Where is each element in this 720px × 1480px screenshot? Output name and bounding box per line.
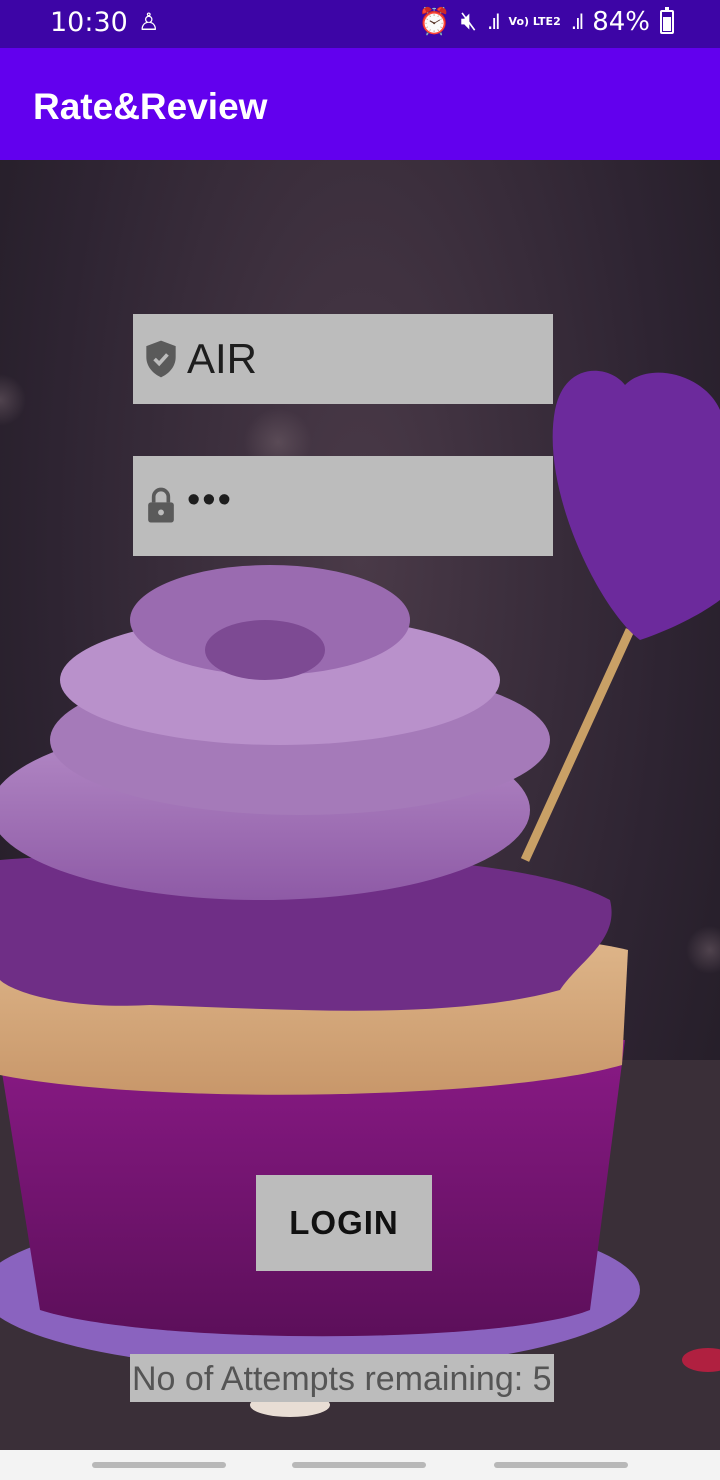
shield-check-icon <box>146 340 176 378</box>
person-icon: ♙ <box>138 8 160 36</box>
password-value[interactable]: ••• <box>187 479 233 522</box>
attempts-remaining-text: No of Attempts remaining: 5 <box>130 1354 554 1402</box>
volte-icon: Vo) LTE2 <box>508 15 561 28</box>
login-button[interactable]: LOGIN <box>256 1175 432 1271</box>
lock-icon <box>148 487 174 523</box>
cell-signal-icon: .ıl <box>570 9 585 34</box>
alarm-icon: ⏰ <box>418 6 451 37</box>
battery-icon <box>660 6 674 34</box>
wifi-signal-icon: .ıl <box>487 9 501 34</box>
nav-recents-button[interactable] <box>92 1462 226 1468</box>
status-time: 10:30 <box>50 7 128 38</box>
username-field[interactable]: AIR <box>133 314 553 404</box>
app-title: Rate&Review <box>33 86 268 127</box>
password-field[interactable]: ••• <box>133 456 553 556</box>
navigation-bar <box>0 1450 720 1480</box>
nav-back-button[interactable] <box>494 1462 628 1468</box>
app-bar: Rate&Review <box>0 48 720 160</box>
status-bar: 10:30 ♙ ⏰ 🔇︎ .ıl Vo) LTE2 .ıl 84% <box>0 0 720 48</box>
username-value[interactable]: AIR <box>187 335 257 383</box>
battery-percent: 84% <box>592 6 650 37</box>
status-icons: ⏰ 🔇︎ .ıl Vo) LTE2 .ıl 84% <box>418 6 674 37</box>
nav-home-button[interactable] <box>292 1462 426 1468</box>
mute-icon: 🔇︎ <box>460 6 478 36</box>
